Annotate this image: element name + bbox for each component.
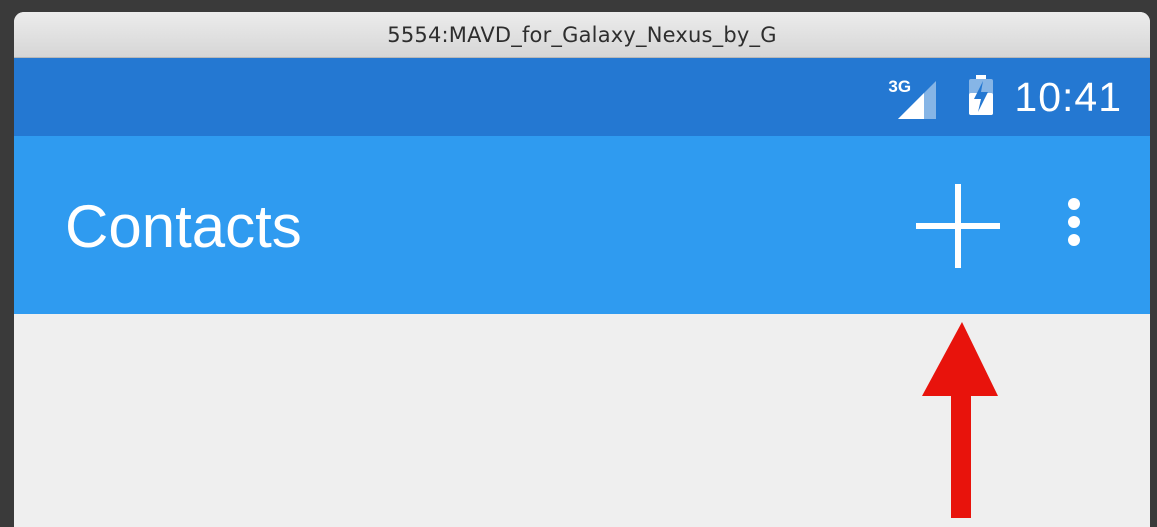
- app-toolbar: Contacts: [14, 136, 1150, 314]
- emulator-window: 5554:MAVD_for_Galaxy_Nexus_by_G 3G 10:41…: [14, 12, 1150, 527]
- battery-charging-icon: [968, 74, 994, 120]
- status-bar: 3G 10:41: [14, 58, 1150, 136]
- plus-icon: [916, 184, 1000, 268]
- add-contact-button[interactable]: [910, 178, 1006, 274]
- signal-indicator: 3G: [888, 75, 944, 119]
- signal-icon: [898, 81, 937, 119]
- contacts-list-area: [14, 314, 1150, 527]
- status-clock: 10:41: [1014, 73, 1122, 120]
- window-titlebar[interactable]: 5554:MAVD_for_Galaxy_Nexus_by_G: [14, 12, 1150, 58]
- window-title: 5554:MAVD_for_Galaxy_Nexus_by_G: [387, 22, 777, 47]
- overflow-menu-button[interactable]: [1050, 192, 1098, 260]
- more-vertical-icon: [1068, 198, 1080, 246]
- app-title: Contacts: [65, 193, 302, 260]
- red-arrow-annotation: [922, 322, 998, 518]
